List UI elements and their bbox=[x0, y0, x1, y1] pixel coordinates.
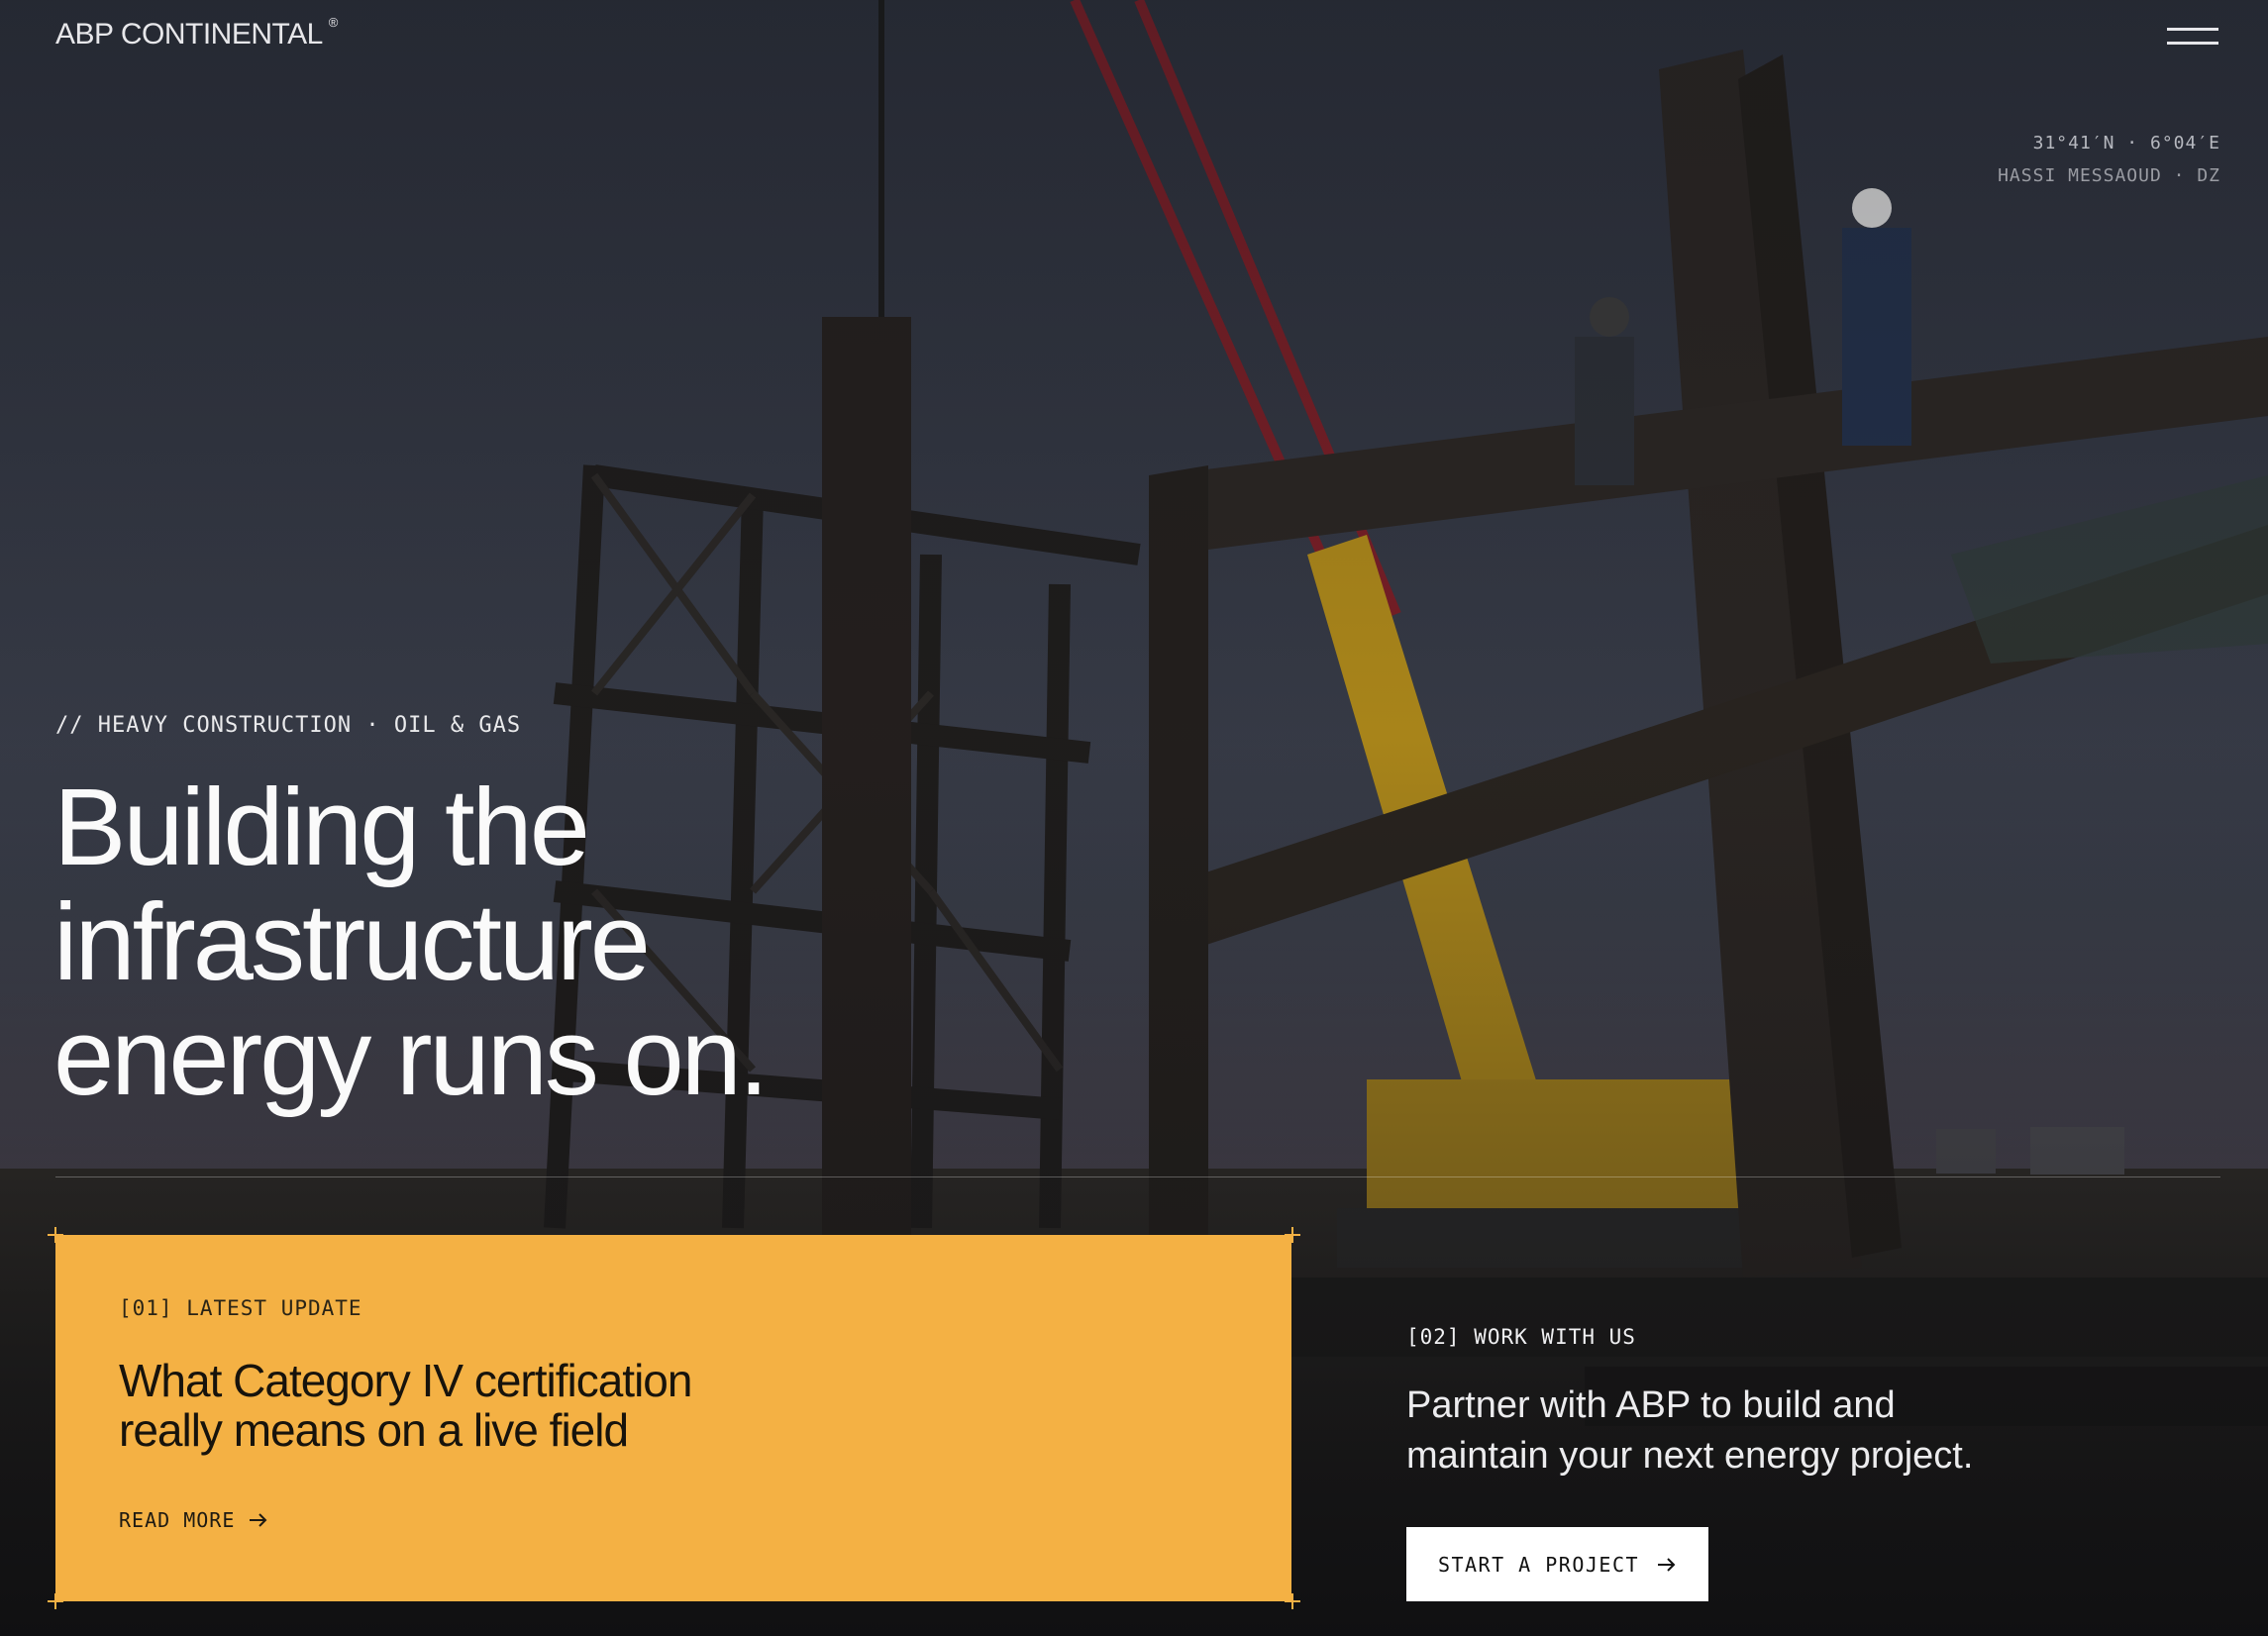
corner-mark-icon bbox=[1285, 1227, 1300, 1243]
headline-line: energy runs on. bbox=[53, 996, 769, 1118]
corner-mark-icon bbox=[48, 1593, 63, 1609]
update-label: [01] LATEST UPDATE bbox=[119, 1296, 362, 1320]
read-more-label: READ MORE bbox=[119, 1508, 236, 1532]
work-text-line: maintain your next energy project. bbox=[1406, 1435, 1974, 1477]
work-with-us-label: [02] WORK WITH US bbox=[1406, 1325, 1636, 1349]
headline-line: Building the bbox=[53, 767, 590, 888]
start-project-label: START A PROJECT bbox=[1437, 1552, 1640, 1577]
arrow-right-icon bbox=[1658, 1557, 1676, 1572]
work-text-line: Partner with ABP to build and bbox=[1406, 1384, 1896, 1426]
hamburger-icon bbox=[2167, 28, 2218, 31]
work-with-us-text: Partner with ABP to build and maintain y… bbox=[1406, 1380, 2119, 1482]
arrow-right-icon bbox=[250, 1513, 267, 1527]
brand-name: ABP CONTINENTAL bbox=[55, 18, 323, 51]
location-name: HASSI MESSAOUD · DZ bbox=[1998, 165, 2220, 186]
corner-mark-icon bbox=[1285, 1593, 1300, 1609]
corner-mark-icon bbox=[48, 1227, 63, 1243]
headline-line: infrastructure bbox=[53, 881, 651, 1003]
update-title-line: What Category IV certification bbox=[119, 1355, 692, 1406]
menu-button[interactable] bbox=[2167, 26, 2220, 48]
location-readout: 31°41′N · 6°04′E HASSI MESSAOUD · DZ bbox=[1998, 133, 2220, 198]
update-title-line: really means on a live field bbox=[119, 1404, 629, 1456]
hero-headline: Building the infrastructure energy runs … bbox=[53, 770, 1044, 1115]
read-more-link[interactable]: READ MORE bbox=[119, 1508, 268, 1532]
coordinates: 31°41′N · 6°04′E bbox=[2032, 133, 2220, 153]
update-title: What Category IV certification really me… bbox=[119, 1356, 872, 1455]
start-project-button[interactable]: START A PROJECT bbox=[1406, 1527, 1708, 1601]
latest-update-card[interactable]: [01] LATEST UPDATE What Category IV cert… bbox=[55, 1235, 1291, 1601]
section-divider bbox=[55, 1176, 2220, 1177]
hero-eyebrow: // HEAVY CONSTRUCTION · OIL & GAS bbox=[55, 713, 522, 738]
hamburger-icon-line bbox=[2167, 42, 2218, 45]
registered-mark: ® bbox=[328, 15, 339, 30]
brand-logo[interactable]: ABP CONTINENTAL ® bbox=[55, 15, 339, 51]
